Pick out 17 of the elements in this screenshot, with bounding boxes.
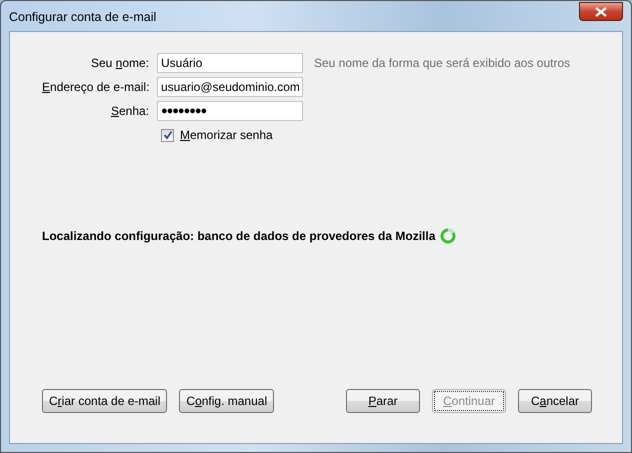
input-field[interactable]: usuario@seudominio.com bbox=[157, 77, 303, 97]
field-label: Seu nome: bbox=[90, 56, 150, 70]
dialog-button[interactable]: Config. manual bbox=[179, 389, 274, 413]
close-icon bbox=[595, 6, 607, 16]
dialog-button[interactable]: Parar bbox=[346, 389, 420, 413]
field-label: Senha: bbox=[110, 104, 150, 118]
close-button[interactable] bbox=[579, 2, 623, 21]
input-field[interactable]: Usuário bbox=[157, 53, 303, 73]
field-label: Endereço de e-mail: bbox=[42, 80, 150, 94]
status-message: Localizando configuração: banco de dados de provedores da Mozilla bbox=[42, 229, 436, 243]
checkbox-label: Memorizar senha bbox=[180, 128, 273, 142]
dialog-button[interactable]: Cancelar bbox=[518, 389, 592, 413]
window-title: Configurar conta de e-mail bbox=[9, 9, 158, 24]
dialog-button[interactable]: Criar conta de e-mail bbox=[42, 389, 168, 413]
password-field[interactable]: ●●●●●●●● bbox=[157, 101, 303, 121]
field-hint: Seu nome da forma que será exibido aos outros bbox=[314, 56, 570, 70]
checkbox[interactable] bbox=[161, 128, 174, 142]
